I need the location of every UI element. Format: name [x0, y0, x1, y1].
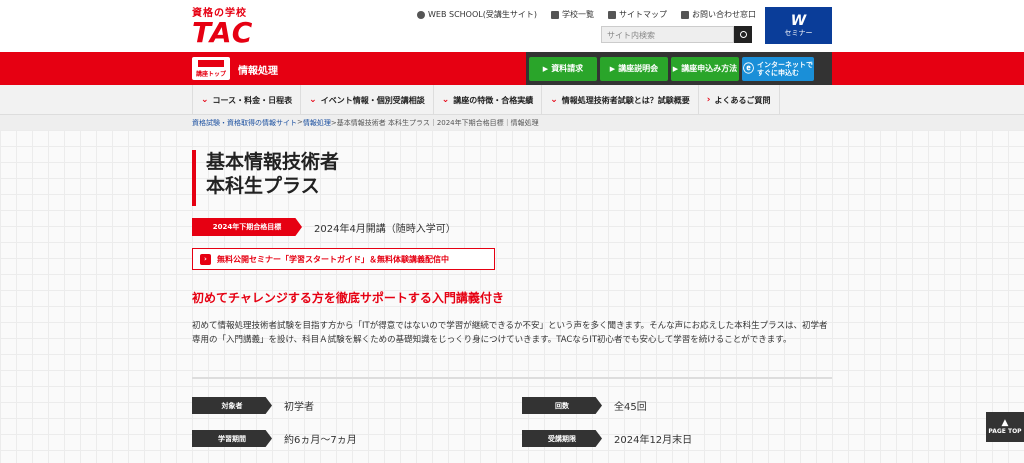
- nav-events[interactable]: ⌄ イベント情報・個別受講相談: [300, 85, 433, 115]
- spec-value: 2024年12月末日: [614, 435, 693, 446]
- start-date: 2024年4月開講（随時入学可）: [314, 223, 456, 235]
- sitemap-icon: [607, 10, 616, 19]
- nav-faq[interactable]: › よくあるご質問: [697, 85, 780, 115]
- tac-logo[interactable]: 資格の学校 TAC: [192, 4, 253, 47]
- cta-group: ▶ 資料請求 ▶ 講座説明会 ▶ 講座申込み方法 ⓔ インターネットで すぐに申込む: [526, 52, 832, 85]
- nav-exam-overview[interactable]: ⌄ 情報処理技術者試験とは？試験概要: [541, 85, 698, 115]
- course-bar: 講座トップ 情報処理 ▶ 資料請求 ▶ 講座説明会 ▶ 講座申込み方法 ⓔ インターネ…: [0, 52, 1024, 85]
- seminar-link-label: 無料公開セミナー「学習スタートガイド」＆無料体験講義配信中: [217, 254, 449, 264]
- title-line-1: 基本情報技術者: [206, 151, 340, 173]
- nav-features[interactable]: ⌄ 講座の特徴・合格実績: [432, 85, 542, 115]
- page-title: 基本情報技術者 本科生プラス: [192, 150, 339, 206]
- waseda-logo: W: [790, 12, 807, 29]
- chevron-down-icon: ⌄: [309, 95, 317, 105]
- spec-label: 学習期間: [192, 430, 272, 447]
- nav-course-fees[interactable]: ⌄ コース・料金・日程表: [192, 85, 300, 115]
- spec-value: 約6ヵ月～7ヵ月: [284, 435, 357, 446]
- target-row: 2024年下期合格目標 2024年4月開講（随時入学可）: [192, 218, 456, 236]
- waseda-label: セミナー: [784, 28, 813, 37]
- chevron-down-icon: ⌄: [441, 95, 450, 105]
- gear-icon: [417, 10, 425, 19]
- arrow-up-icon: ▲: [1001, 418, 1009, 428]
- title-line-2: 本科生プラス: [206, 175, 320, 197]
- school-list-link[interactable]: 学校一覧: [550, 9, 594, 20]
- site-search: サイト内検索: [601, 26, 752, 43]
- utility-links: WEB SCHOOL(受講生サイト) 学校一覧 サイトマップ お問い合わせ窓口: [417, 9, 756, 20]
- page-background: [0, 130, 1024, 463]
- internet-apply-label: インターネットで すぐに申込む: [757, 60, 813, 77]
- e-icon: ⓔ: [743, 61, 754, 75]
- spec-label: 対象者: [192, 397, 272, 414]
- internet-apply-button[interactable]: ⓔ インターネットで すぐに申込む: [742, 56, 814, 81]
- sitemap-link[interactable]: サイトマップ: [607, 9, 667, 20]
- chevron-right-icon: ▶: [672, 64, 679, 73]
- search-input[interactable]: サイト内検索: [601, 26, 734, 43]
- breadcrumb: 資格試験・資格取得の情報サイト > 情報処理 >基本情報技術者 本科生プラス｜2…: [0, 115, 1024, 130]
- contact-link[interactable]: お問い合わせ窓口: [680, 9, 756, 20]
- page-top-label: PAGE TOP: [988, 428, 1022, 435]
- breadcrumb-home[interactable]: 資格試験・資格取得の情報サイト: [192, 118, 297, 128]
- spec-value: 全45回: [614, 402, 647, 413]
- web-school-link[interactable]: WEB SCHOOL(受講生サイト): [417, 9, 537, 20]
- spec-study-period: 学習期間 約6ヵ月～7ヵ月: [192, 430, 357, 447]
- spec-deadline: 受講期限 2024年12月末日: [522, 430, 692, 447]
- intro-paragraph: 初めて情報処理技術者試験を目指す方から「ITが得意ではないので学習が継続できるか…: [192, 321, 828, 345]
- spec-label: 回数: [522, 397, 602, 414]
- target-badge: 2024年下期合格目標: [192, 218, 302, 236]
- chevron-right-icon: ▶: [542, 64, 549, 73]
- free-seminar-link[interactable]: › 無料公開セミナー「学習スタートガイド」＆無料体験講義配信中: [192, 248, 495, 270]
- search-button[interactable]: [734, 26, 752, 43]
- search-icon: [739, 31, 747, 38]
- chevron-right-icon: ▶: [609, 64, 616, 73]
- global-nav: ⌄ コース・料金・日程表 ⌄ イベント情報・個別受講相談 ⌄ 講座の特徴・合格実績 ⌄…: [0, 85, 1024, 115]
- course-title[interactable]: 情報処理: [238, 62, 278, 77]
- mail-icon: [680, 10, 689, 19]
- chevron-down-icon: ⌄: [550, 95, 558, 105]
- request-materials-button[interactable]: ▶ 資料請求: [529, 56, 597, 81]
- chevron-right-icon: ›: [200, 253, 211, 265]
- spec-sessions: 回数 全45回: [522, 397, 647, 414]
- course-top-icon: [198, 59, 224, 67]
- spec-target: 対象者 初学者: [192, 397, 314, 414]
- course-top-button[interactable]: 講座トップ: [192, 57, 230, 80]
- lead-heading: 初めてチャレンジする方を徹底サポートする入門講義付き: [192, 291, 504, 305]
- waseda-seminar-banner[interactable]: W セミナー: [765, 7, 832, 44]
- chevron-right-icon: ›: [706, 95, 711, 105]
- divider: [192, 377, 832, 379]
- course-briefing-button[interactable]: ▶ 講座説明会: [600, 56, 668, 81]
- page-top-button[interactable]: ▲ PAGE TOP: [986, 412, 1024, 442]
- how-to-apply-button[interactable]: ▶ 講座申込み方法: [671, 56, 739, 81]
- course-top-label: 講座トップ: [195, 70, 226, 78]
- logo-wordmark: TAC: [192, 16, 254, 49]
- building-icon: [550, 10, 559, 19]
- breadcrumb-current: >基本情報技術者 本科生プラス｜2024年下期合格目標｜情報処理: [330, 119, 539, 127]
- spec-value: 初学者: [284, 402, 314, 413]
- breadcrumb-info[interactable]: 情報処理: [303, 118, 331, 128]
- chevron-down-icon: ⌄: [201, 95, 209, 105]
- spec-label: 受講期限: [522, 430, 602, 447]
- site-header: 資格の学校 TAC WEB SCHOOL(受講生サイト) 学校一覧 サイトマップ…: [0, 0, 1024, 52]
